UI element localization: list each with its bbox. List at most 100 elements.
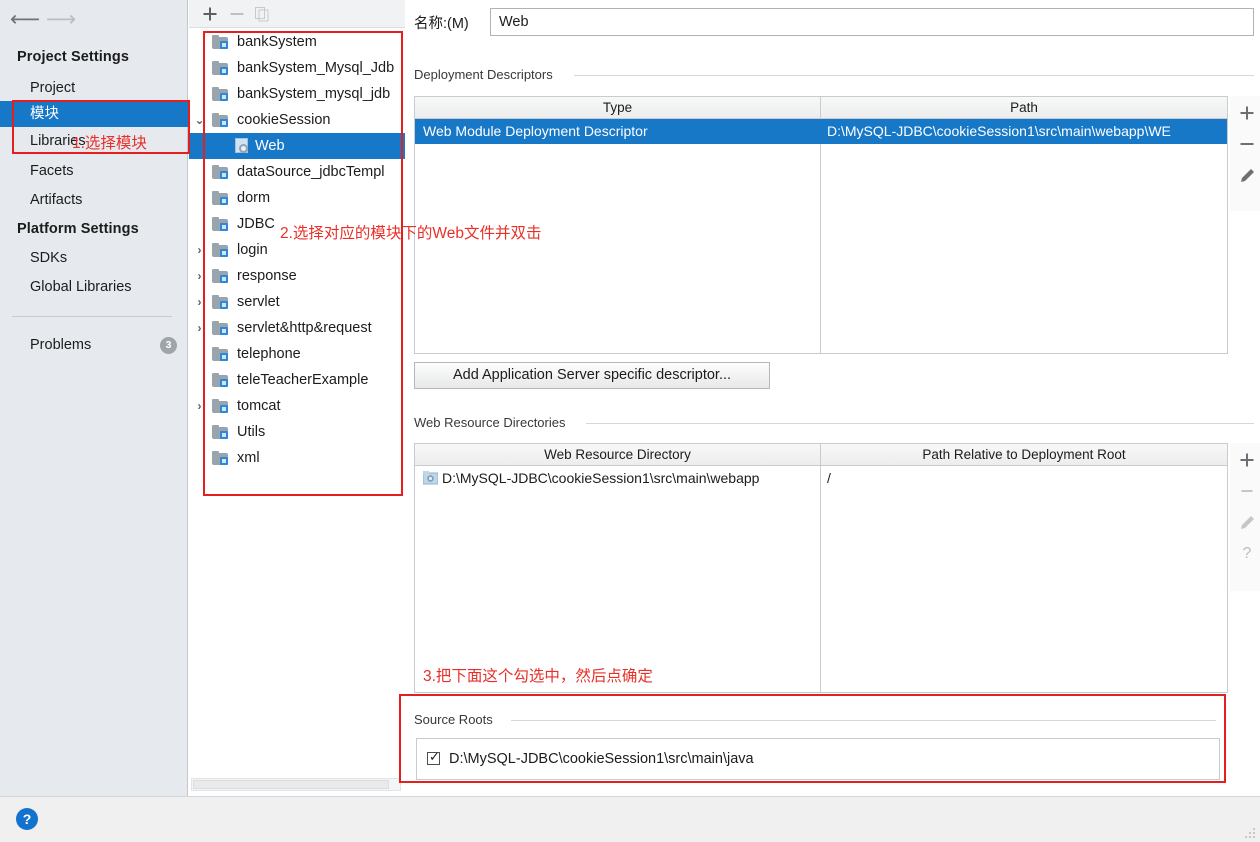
- modules-tree-toolbar: [189, 0, 405, 28]
- plus-icon[interactable]: [200, 4, 220, 24]
- group-line: [574, 75, 1254, 76]
- chevron-right-icon[interactable]: ›: [193, 315, 206, 341]
- module-folder-icon: [212, 425, 228, 439]
- module-folder-icon: [212, 399, 228, 413]
- arrow-right-icon[interactable]: ⟶: [46, 6, 76, 34]
- web-resource-directories-table[interactable]: Web Resource Directory Path Relative to …: [414, 443, 1228, 693]
- tree-row[interactable]: › response: [189, 263, 405, 289]
- tree-row-label: dorm: [237, 190, 271, 206]
- tree-row-label: xml: [237, 450, 260, 466]
- table-row[interactable]: Web Module Deployment Descriptor D:\MySQ…: [415, 119, 1227, 144]
- module-folder-icon: [212, 87, 228, 101]
- module-folder-icon: [212, 321, 228, 335]
- sidebar-item-sdks[interactable]: SDKs: [0, 245, 188, 271]
- sidebar-divider: [12, 316, 172, 317]
- module-name-label: 名称:(M): [414, 16, 469, 32]
- source-roots-title: Source Roots: [414, 712, 499, 727]
- deployment-descriptors-toolbar: [1230, 96, 1260, 211]
- tree-row[interactable]: Utils: [189, 419, 405, 445]
- modules-tree-panel: bankSystem bankSystem_Mysql_Jdb bankSystem…: [189, 0, 405, 796]
- sidebar-heading-platform-settings: Platform Settings: [17, 221, 139, 237]
- sidebar-item-problems[interactable]: Problems 3: [0, 332, 188, 358]
- sidebar-item-label: 模块: [30, 106, 59, 122]
- tree-row-label: Web: [255, 138, 285, 154]
- source-root-checkbox[interactable]: [427, 749, 441, 765]
- tree-row[interactable]: telephone: [189, 341, 405, 367]
- help-circle-icon[interactable]: ?: [16, 808, 38, 830]
- plus-icon[interactable]: [1237, 103, 1257, 123]
- tree-row-label: bankSystem: [237, 34, 317, 50]
- pencil-icon[interactable]: [1237, 166, 1257, 186]
- module-folder-icon: [212, 165, 228, 179]
- tree-row[interactable]: bankSystem_mysql_jdb: [189, 81, 405, 107]
- module-folder-icon: [212, 269, 228, 283]
- tree-row[interactable]: Web: [189, 133, 405, 159]
- module-name-input[interactable]: [490, 8, 1254, 36]
- table-row[interactable]: D:\MySQL-JDBC\cookieSession1\src\main\we…: [415, 466, 1227, 491]
- cell-path: D:\MySQL-JDBC\cookieSession1\src\main\we…: [827, 123, 1171, 139]
- tree-row-label: response: [237, 268, 297, 284]
- cell-type: Web Module Deployment Descriptor: [423, 123, 648, 139]
- minus-icon[interactable]: [1237, 134, 1257, 154]
- column-header-path[interactable]: Path: [821, 97, 1227, 118]
- sidebar-item-global-libraries[interactable]: Global Libraries: [0, 274, 188, 300]
- tree-row[interactable]: › servlet&http&request: [189, 315, 405, 341]
- column-header-type[interactable]: Type: [415, 97, 820, 118]
- resize-grip-icon[interactable]: [1243, 826, 1257, 840]
- module-folder-icon: [212, 295, 228, 309]
- list-item[interactable]: D:\MySQL-JDBC\cookieSession1\src\main\ja…: [417, 739, 1219, 779]
- sidebar-item-modules[interactable]: 模块: [0, 101, 188, 127]
- sidebar-item-project[interactable]: Project: [0, 75, 188, 101]
- tree-row-label: cookieSession: [237, 112, 331, 128]
- arrow-left-icon[interactable]: ⟵: [10, 6, 40, 34]
- tree-horizontal-scrollbar[interactable]: [191, 778, 401, 791]
- copy-icon: [252, 4, 272, 24]
- tree-row[interactable]: ⌄ cookieSession: [189, 107, 405, 133]
- sidebar-item-label: Problems: [30, 337, 92, 353]
- column-header-web-resource-directory[interactable]: Web Resource Directory: [415, 444, 820, 465]
- group-line: [511, 720, 1216, 721]
- tree-row[interactable]: teleTeacherExample: [189, 367, 405, 393]
- tree-row-label: dataSource_jdbcTempl: [237, 164, 385, 180]
- tree-row[interactable]: › tomcat: [189, 393, 405, 419]
- module-folder-icon: [212, 35, 228, 49]
- chevron-right-icon[interactable]: ›: [193, 393, 206, 419]
- add-application-server-descriptor-button[interactable]: Add Application Server specific descript…: [414, 362, 770, 389]
- sidebar-item-label: SDKs: [30, 250, 68, 266]
- folder-web-icon: [422, 471, 439, 485]
- nav-arrows: ⟵ ⟶: [10, 6, 90, 34]
- module-folder-icon: [212, 373, 228, 387]
- chevron-right-icon[interactable]: ›: [193, 263, 206, 289]
- sidebar-heading-project-settings: Project Settings: [17, 49, 129, 65]
- web-resource-directories-title: Web Resource Directories: [414, 415, 572, 430]
- tree-row[interactable]: bankSystem_Mysql_Jdb: [189, 55, 405, 81]
- pencil-icon: [1237, 513, 1257, 533]
- tree-row-label: bankSystem_mysql_jdb: [237, 86, 391, 102]
- tree-row[interactable]: dataSource_jdbcTempl: [189, 159, 405, 185]
- chevron-right-icon[interactable]: ›: [193, 289, 206, 315]
- tree-row-label: telephone: [237, 346, 301, 362]
- group-line: [586, 423, 1254, 424]
- module-folder-icon: [212, 191, 228, 205]
- module-folder-icon: [212, 347, 228, 361]
- chevron-down-icon[interactable]: ⌄: [193, 107, 206, 133]
- table-header: Type Path: [415, 97, 1227, 119]
- tree-row[interactable]: › servlet: [189, 289, 405, 315]
- sidebar-item-artifacts[interactable]: Artifacts: [0, 187, 188, 213]
- module-folder-icon: [212, 113, 228, 127]
- sidebar-item-facets[interactable]: Facets: [0, 158, 188, 184]
- source-roots-list[interactable]: D:\MySQL-JDBC\cookieSession1\src\main\ja…: [416, 738, 1220, 780]
- dialog-footer: ? 确定 取消 应用(A): [0, 796, 1260, 842]
- plus-icon[interactable]: [1237, 450, 1257, 470]
- tree-row[interactable]: dorm: [189, 185, 405, 211]
- column-header-path-relative[interactable]: Path Relative to Deployment Root: [821, 444, 1227, 465]
- web-facet-icon: [235, 138, 251, 153]
- modules-tree-list[interactable]: bankSystem bankSystem_Mysql_Jdb bankSystem…: [189, 29, 405, 774]
- annotation-text-step3: 3.把下面这个勾选中，然后点确定: [423, 668, 653, 685]
- tree-row[interactable]: bankSystem: [189, 29, 405, 55]
- cell-relative-path: /: [827, 470, 831, 486]
- cell-directory: D:\MySQL-JDBC\cookieSession1\src\main\we…: [442, 470, 760, 486]
- tree-row[interactable]: xml: [189, 445, 405, 471]
- chevron-right-icon[interactable]: ›: [193, 237, 206, 263]
- scrollbar-thumb[interactable]: [193, 780, 389, 789]
